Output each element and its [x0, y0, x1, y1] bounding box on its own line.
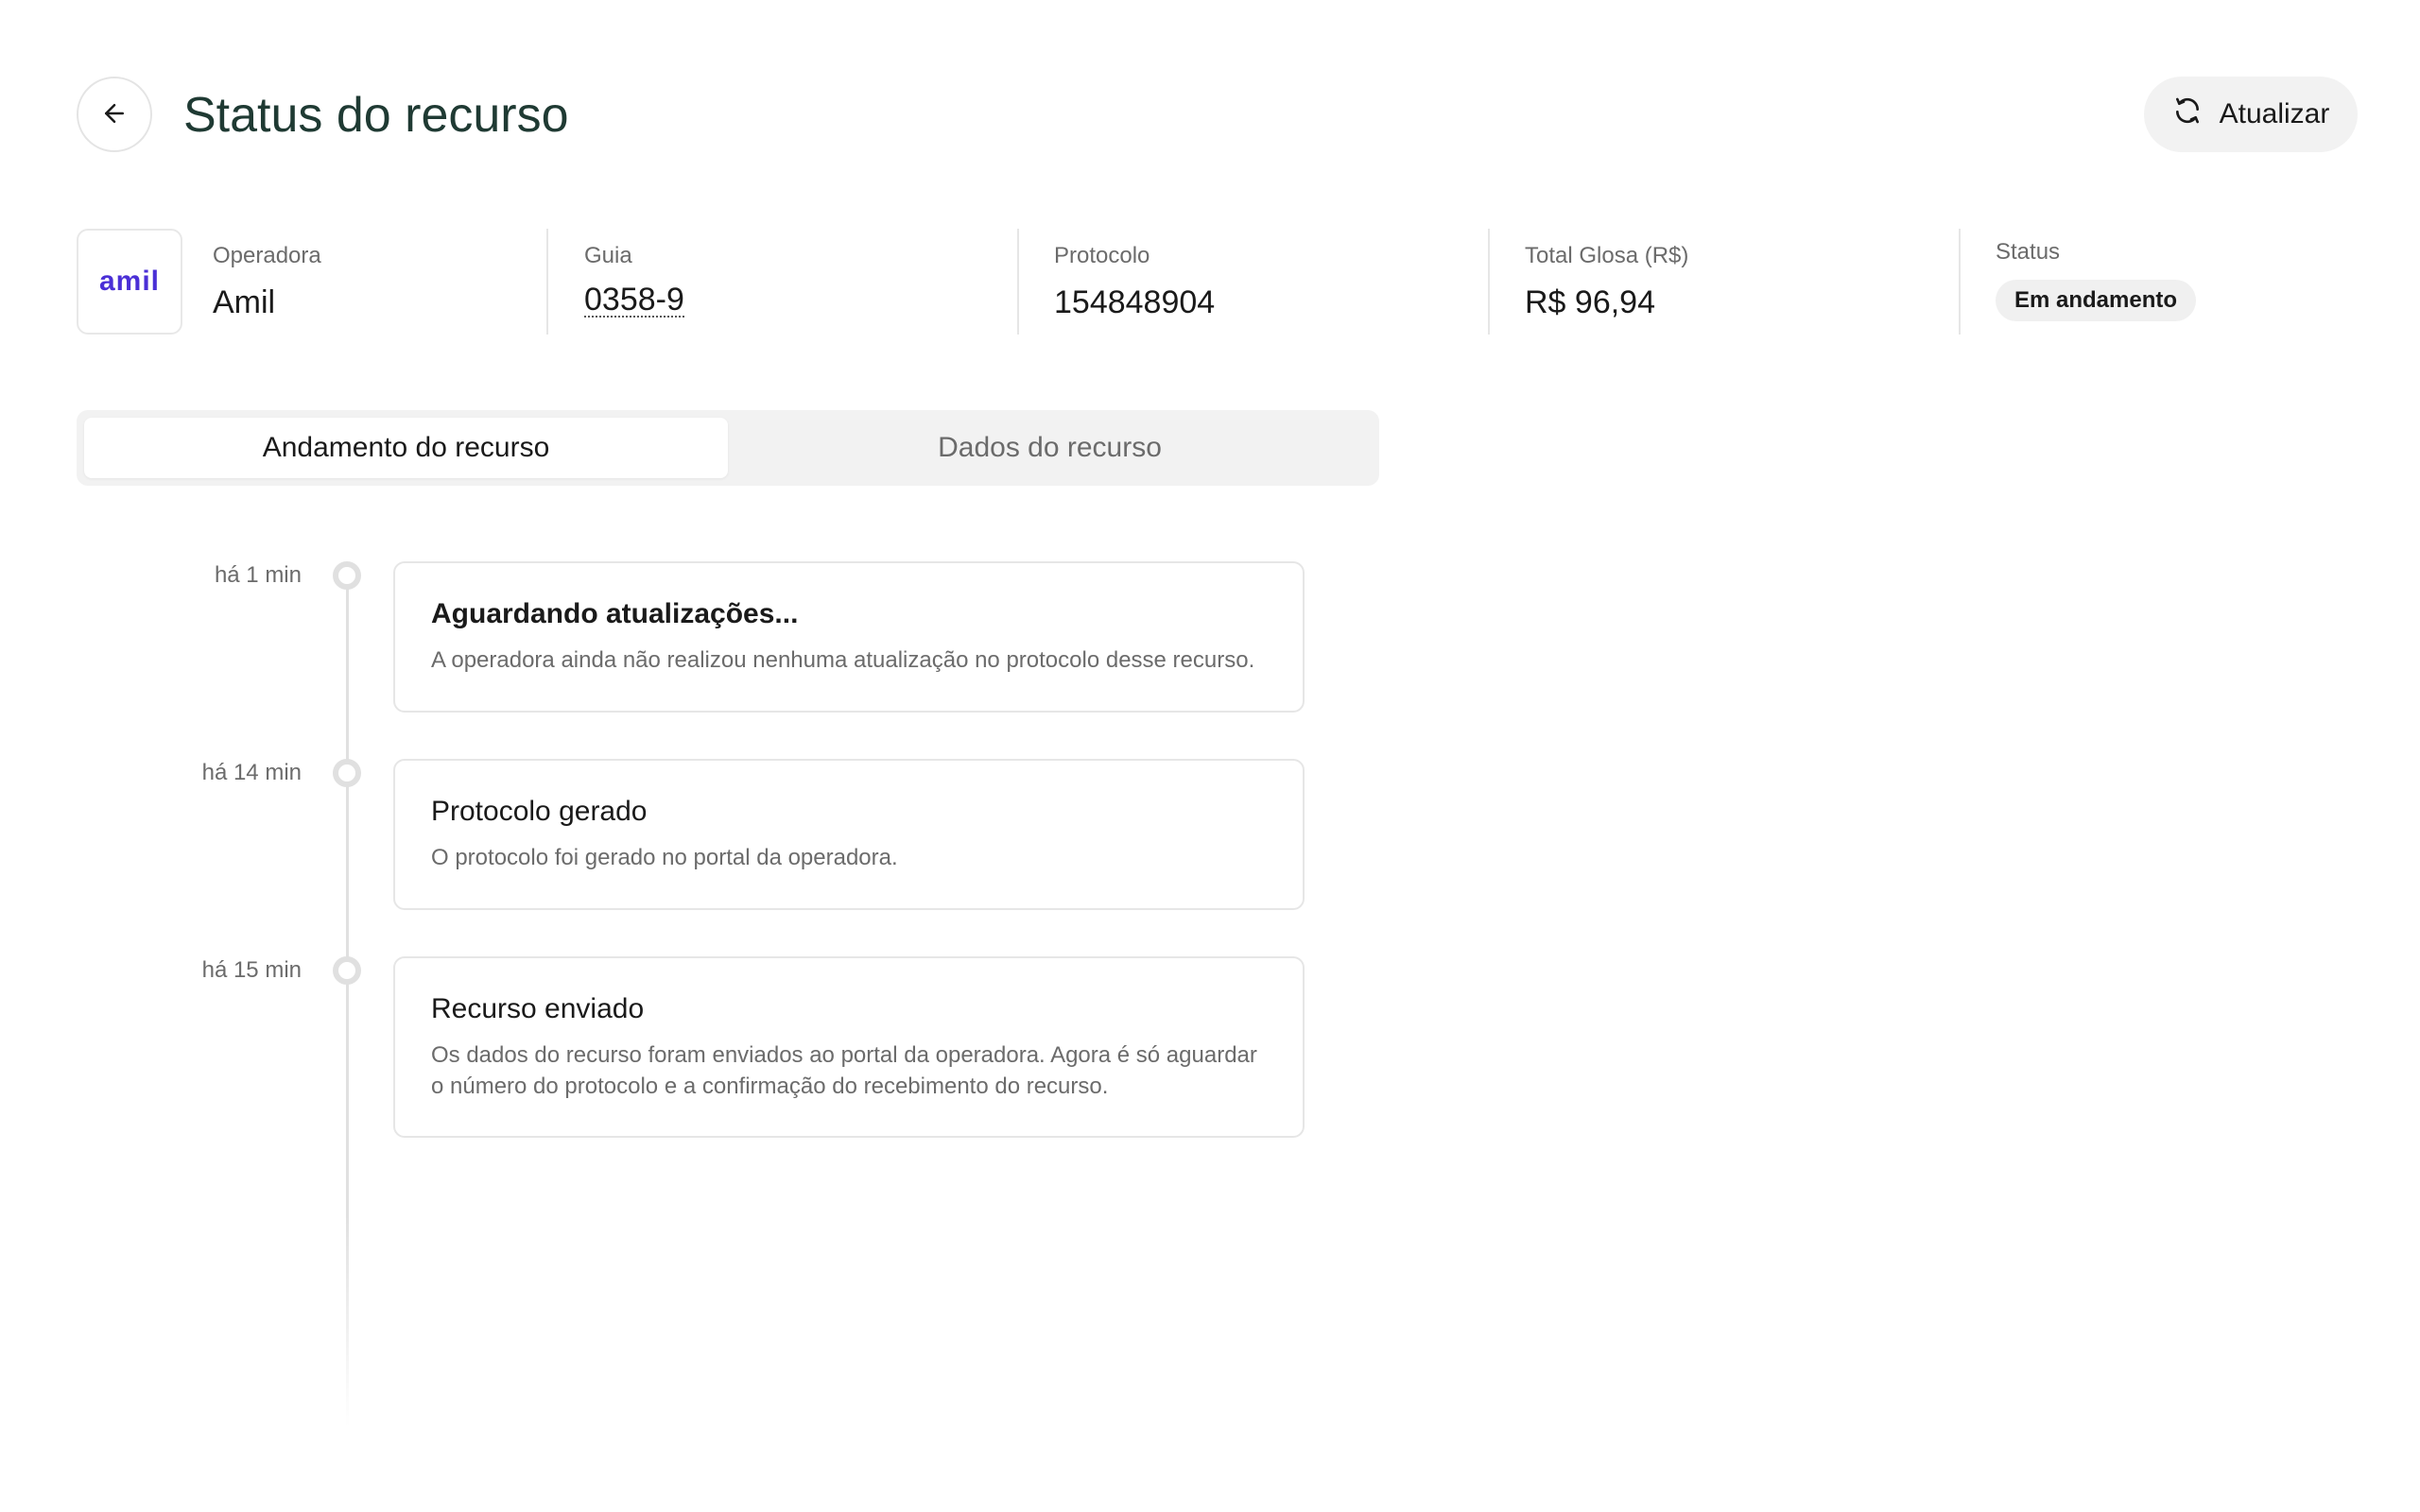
info-protocolo: Protocolo 154848904	[1054, 242, 1215, 321]
timeline-card-title: Protocolo gerado	[431, 796, 648, 827]
glosa-label: Total Glosa (R$)	[1525, 243, 1689, 268]
refresh-button-label: Atualizar	[2219, 98, 2330, 129]
protocolo-value: 154848904	[1054, 284, 1216, 320]
timeline-card: Aguardando atualizações... A operadora a…	[393, 561, 1305, 713]
glosa-value: R$ 96,94	[1525, 284, 1655, 320]
timeline-card-description: A operadora ainda não realizou nenhuma a…	[431, 647, 1255, 673]
page-title: Status do recurso	[183, 88, 569, 143]
timeline-time: há 1 min	[214, 562, 302, 588]
status-badge: Em andamento	[1996, 280, 2197, 321]
timeline-time: há 14 min	[201, 760, 302, 785]
divider	[1488, 229, 1490, 335]
timeline-card-title: Aguardando atualizações...	[431, 598, 799, 629]
timeline-card-description: Os dados do recurso foram enviados ao po…	[431, 1042, 1257, 1099]
refresh-button[interactable]: Atualizar	[2144, 77, 2358, 152]
timeline-dot	[333, 561, 361, 590]
timeline-dot	[333, 956, 361, 985]
guia-label: Guia	[584, 243, 632, 268]
operadora-value: Amil	[213, 284, 276, 320]
info-total-glosa: Total Glosa (R$) R$ 96,94	[1525, 242, 1688, 321]
info-status: Status Em andamento	[1996, 238, 2197, 321]
timeline-line	[346, 576, 349, 1427]
arrow-left-icon	[100, 99, 129, 130]
guia-link[interactable]: 0358-9	[584, 284, 684, 318]
logo-text: amil	[98, 266, 161, 297]
timeline-time: há 15 min	[201, 957, 302, 983]
divider	[1017, 229, 1019, 335]
protocolo-label: Protocolo	[1054, 243, 1150, 268]
tab-andamento-do-recurso[interactable]: Andamento do recurso	[84, 418, 728, 478]
tab-dados-do-recurso[interactable]: Dados do recurso	[728, 418, 1372, 478]
operadora-label: Operadora	[213, 243, 321, 268]
back-button[interactable]	[77, 77, 152, 152]
timeline-card-title: Recurso enviado	[431, 993, 645, 1024]
divider	[1959, 229, 1961, 335]
info-guia: Guia 0358-9	[584, 242, 684, 318]
timeline-dot	[333, 759, 361, 787]
refresh-icon	[2172, 95, 2203, 133]
divider	[546, 229, 548, 335]
timeline-card-description: O protocolo foi gerado no portal da oper…	[431, 845, 898, 870]
timeline-card: Protocolo gerado O protocolo foi gerado …	[393, 759, 1305, 910]
tab-bar: Andamento do recurso Dados do recurso	[77, 410, 1379, 486]
timeline-card: Recurso enviado Os dados do recurso fora…	[393, 956, 1305, 1138]
info-operadora: Operadora Amil	[213, 242, 321, 321]
page: Status do recurso Atualizar amil Operado…	[0, 0, 2420, 1512]
operadora-logo: amil	[77, 229, 182, 335]
status-label: Status	[1996, 239, 2061, 265]
